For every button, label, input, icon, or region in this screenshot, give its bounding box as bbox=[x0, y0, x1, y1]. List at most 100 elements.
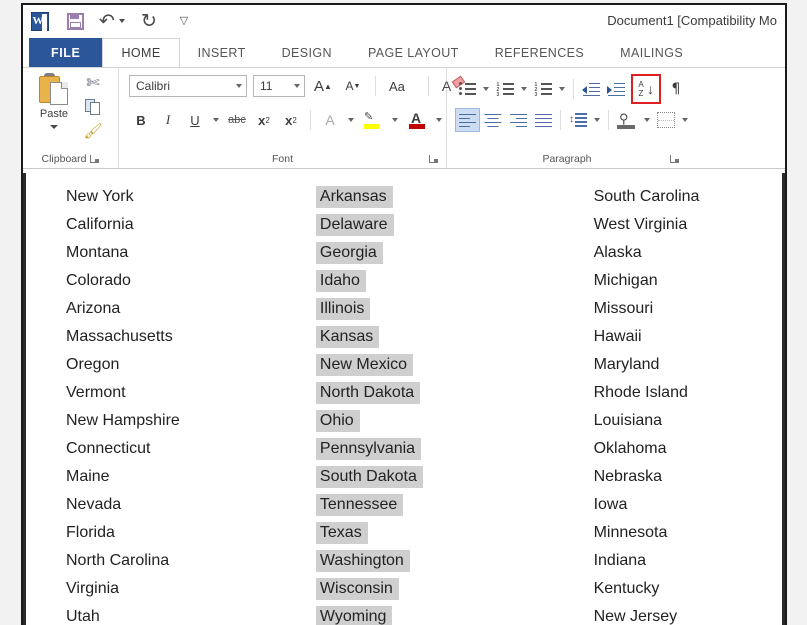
tab-design[interactable]: DESIGN bbox=[264, 38, 350, 67]
state-line[interactable]: Georgia bbox=[315, 239, 594, 267]
state-line[interactable]: North Carolina bbox=[66, 547, 316, 575]
state-line[interactable]: Colorado bbox=[66, 267, 316, 295]
state-line[interactable]: West Virginia bbox=[594, 211, 782, 239]
decrease-indent-button[interactable] bbox=[579, 77, 603, 101]
align-right-button[interactable] bbox=[506, 108, 530, 132]
state-line[interactable]: Arkansas bbox=[315, 183, 594, 211]
numbering-dropdown-icon[interactable] bbox=[518, 77, 530, 101]
state-line[interactable]: Alaska bbox=[594, 239, 782, 267]
align-left-button[interactable] bbox=[455, 108, 480, 132]
text-effects-button[interactable]: A bbox=[318, 108, 342, 132]
paste-button[interactable]: Paste bbox=[29, 71, 79, 145]
bullets-button[interactable] bbox=[455, 77, 479, 101]
document-canvas[interactable]: New York California Montana Colorado Arizona… bbox=[23, 169, 785, 625]
tab-mailings[interactable]: MAILINGS bbox=[602, 38, 701, 67]
align-center-button[interactable] bbox=[481, 108, 505, 132]
state-line[interactable]: New York bbox=[66, 183, 316, 211]
bold-button[interactable]: B bbox=[129, 108, 153, 132]
tab-references[interactable]: REFERENCES bbox=[477, 38, 602, 67]
font-color-button[interactable]: A bbox=[404, 108, 430, 132]
change-case-button[interactable]: Aa bbox=[386, 74, 418, 98]
tab-file[interactable]: FILE bbox=[29, 38, 103, 67]
font-color-dropdown-icon[interactable] bbox=[433, 108, 445, 132]
undo-dropdown-icon[interactable] bbox=[118, 19, 125, 23]
state-line[interactable]: California bbox=[66, 211, 316, 239]
paragraph-dialog-launcher-icon[interactable] bbox=[670, 154, 679, 164]
borders-dropdown-icon[interactable] bbox=[679, 108, 691, 132]
state-line[interactable]: Rhode Island bbox=[594, 379, 782, 407]
column-three[interactable]: South Carolina West Virginia Alaska Michiga… bbox=[594, 183, 782, 625]
numbering-button[interactable]: 123 bbox=[493, 77, 517, 101]
word-app-icon[interactable]: W bbox=[29, 10, 51, 32]
tab-page-layout[interactable]: PAGE LAYOUT bbox=[350, 38, 477, 67]
subscript-button[interactable]: x2 bbox=[252, 108, 276, 132]
shrink-font-button[interactable]: A ▼ bbox=[341, 74, 365, 98]
state-line[interactable]: Texas bbox=[315, 519, 594, 547]
state-line[interactable]: Indiana bbox=[594, 547, 782, 575]
state-line[interactable]: South Dakota bbox=[315, 463, 594, 491]
state-line[interactable]: Kentucky bbox=[594, 575, 782, 603]
superscript-button[interactable]: x2 bbox=[279, 108, 303, 132]
state-line[interactable]: New Hampshire bbox=[66, 407, 316, 435]
paste-dropdown-icon[interactable] bbox=[50, 125, 58, 129]
text-highlight-color-button[interactable]: ✎ bbox=[360, 108, 386, 132]
state-line[interactable]: Vermont bbox=[66, 379, 316, 407]
state-line[interactable]: South Carolina bbox=[594, 183, 782, 211]
undo-button[interactable]: ↶ bbox=[99, 11, 125, 31]
state-line[interactable]: Michigan bbox=[594, 267, 782, 295]
save-icon[interactable] bbox=[64, 10, 86, 32]
italic-button[interactable]: I bbox=[156, 108, 180, 132]
font-name-input[interactable]: Calibri bbox=[129, 75, 247, 97]
strikethrough-button[interactable]: abc bbox=[225, 108, 249, 132]
state-line[interactable]: Tennessee bbox=[315, 491, 594, 519]
bullets-dropdown-icon[interactable] bbox=[480, 77, 492, 101]
state-line[interactable]: Wisconsin bbox=[315, 575, 594, 603]
shading-button[interactable]: ⚲ bbox=[614, 108, 640, 132]
state-line[interactable]: Ohio bbox=[315, 407, 594, 435]
grow-font-button[interactable]: A ▲ bbox=[311, 74, 335, 98]
chevron-down-icon[interactable] bbox=[294, 84, 300, 88]
state-line[interactable]: Oregon bbox=[66, 351, 316, 379]
multilevel-list-button[interactable]: 123 bbox=[531, 77, 555, 101]
state-line[interactable]: Missouri bbox=[594, 295, 782, 323]
state-line[interactable]: Minnesota bbox=[594, 519, 782, 547]
sort-button[interactable]: A Z ↓ bbox=[631, 74, 661, 104]
state-line[interactable]: New Mexico bbox=[315, 351, 594, 379]
tab-insert[interactable]: INSERT bbox=[180, 38, 264, 67]
justify-button[interactable] bbox=[531, 108, 555, 132]
state-line[interactable]: Washington bbox=[315, 547, 594, 575]
cut-button[interactable]: ✄ bbox=[81, 72, 105, 94]
column-one[interactable]: New York California Montana Colorado Arizona… bbox=[26, 183, 316, 625]
font-size-input[interactable]: 11 bbox=[253, 75, 305, 97]
line-spacing-button[interactable]: ↕ bbox=[566, 108, 590, 132]
state-line[interactable]: Nebraska bbox=[594, 463, 782, 491]
state-line[interactable]: North Dakota bbox=[315, 379, 594, 407]
state-line[interactable]: Connecticut bbox=[66, 435, 316, 463]
state-line[interactable]: Hawaii bbox=[594, 323, 782, 351]
redo-button[interactable]: ↻ bbox=[138, 10, 160, 32]
copy-button[interactable] bbox=[81, 96, 105, 118]
clipboard-dialog-launcher-icon[interactable] bbox=[90, 154, 100, 164]
underline-button[interactable]: U bbox=[183, 108, 207, 132]
state-line[interactable]: Oklahoma bbox=[594, 435, 782, 463]
line-spacing-dropdown-icon[interactable] bbox=[591, 108, 603, 132]
state-line[interactable]: Wyoming bbox=[315, 603, 594, 625]
state-line[interactable]: Delaware bbox=[315, 211, 594, 239]
shading-dropdown-icon[interactable] bbox=[641, 108, 653, 132]
state-line[interactable]: Illinois bbox=[315, 295, 594, 323]
state-line[interactable]: Pennsylvania bbox=[315, 435, 594, 463]
chevron-down-icon[interactable] bbox=[236, 84, 242, 88]
state-line[interactable]: Maryland bbox=[594, 351, 782, 379]
show-formatting-marks-button[interactable]: ¶ bbox=[664, 77, 688, 101]
borders-button[interactable] bbox=[654, 108, 678, 132]
state-line[interactable]: Florida bbox=[66, 519, 316, 547]
tab-home[interactable]: HOME bbox=[102, 38, 180, 67]
state-line[interactable]: Kansas bbox=[315, 323, 594, 351]
state-line[interactable]: Arizona bbox=[66, 295, 316, 323]
underline-dropdown-icon[interactable] bbox=[210, 108, 222, 132]
customize-qat-icon[interactable]: ▽ bbox=[173, 10, 195, 32]
state-line[interactable]: Maine bbox=[66, 463, 316, 491]
state-line[interactable]: Idaho bbox=[315, 267, 594, 295]
multilevel-dropdown-icon[interactable] bbox=[556, 77, 568, 101]
document-page[interactable]: New York California Montana Colorado Arizona… bbox=[23, 173, 785, 625]
